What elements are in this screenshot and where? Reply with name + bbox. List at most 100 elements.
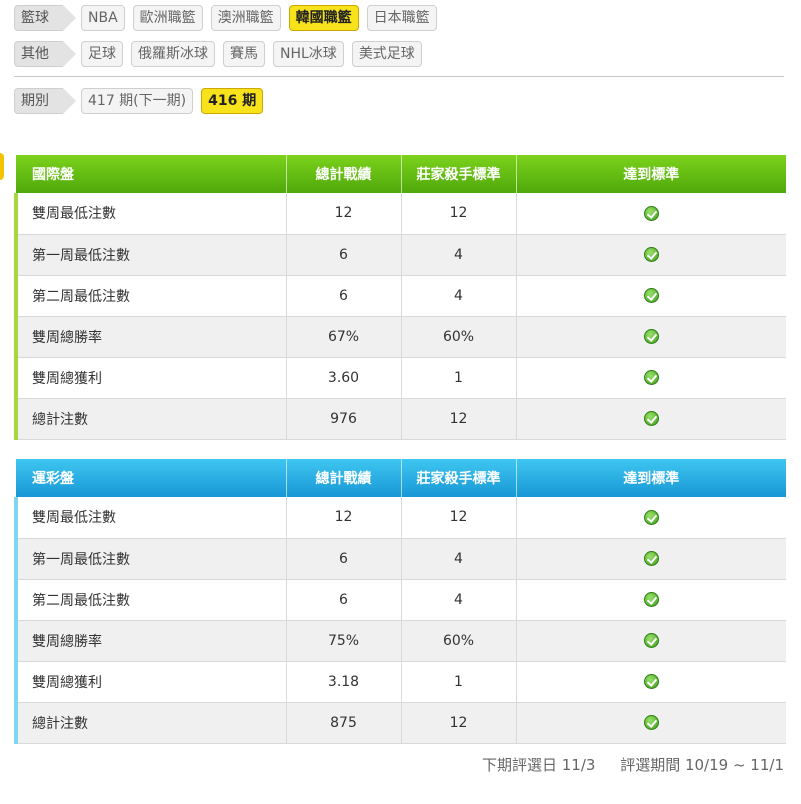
- table-row: 雙周最低注數 12 12: [14, 193, 786, 235]
- row-label-cell: 總計注數: [14, 702, 287, 744]
- table-header-standard: 莊家殺手標準: [401, 155, 517, 193]
- row-label-cell: 雙周總勝率: [14, 316, 287, 358]
- table-row: 第二周最低注數 6 4: [14, 275, 786, 317]
- standard-cell: 12: [401, 497, 517, 539]
- row-label-cell: 雙周最低注數: [14, 193, 287, 235]
- standard-cell: 12: [401, 193, 517, 235]
- table-body: 雙周最低注數 12 12 第一周最低注數 6 4 第二周最低注數 6 4 雙周總勝率 75% 60% 雙…: [14, 497, 786, 744]
- row-label-cell: 雙周總獲利: [14, 357, 287, 399]
- record-cell: 6: [286, 275, 402, 317]
- record-cell: 3.60: [286, 357, 402, 399]
- table-row: 雙周總勝率 75% 60%: [14, 620, 786, 662]
- met-cell: [516, 357, 786, 399]
- row-label-cell: 雙周最低注數: [14, 497, 287, 539]
- filter-chip[interactable]: NBA: [81, 5, 125, 31]
- record-cell: 6: [286, 538, 402, 580]
- standard-cell: 4: [401, 579, 517, 621]
- record-cell: 875: [286, 702, 402, 744]
- met-cell: [516, 193, 786, 235]
- record-cell: 976: [286, 398, 402, 440]
- filter-chips-other: 足球 俄羅斯冰球 賽馬 NHL冰球 美式足球: [81, 41, 430, 67]
- standard-cell: 4: [401, 538, 517, 580]
- standard-cell: 1: [401, 357, 517, 399]
- selection-period: 評選期間 10/19 ~ 11/1: [620, 756, 784, 774]
- filter-chip[interactable]: 417 期(下一期): [81, 88, 194, 114]
- standard-cell: 4: [401, 275, 517, 317]
- standard-cell: 4: [401, 234, 517, 276]
- standard-cell: 1: [401, 661, 517, 703]
- table-row: 第一周最低注數 6 4: [14, 234, 786, 276]
- row-label-cell: 第二周最低注數: [14, 275, 287, 317]
- table-header-standard: 莊家殺手標準: [401, 459, 517, 497]
- met-cell: [516, 398, 786, 440]
- table-row: 雙周最低注數 12 12: [14, 497, 786, 539]
- check-circle-icon: [643, 551, 659, 566]
- table-header-met: 達到標準: [516, 459, 786, 497]
- record-cell: 3.18: [286, 661, 402, 703]
- table-row: 第一周最低注數 6 4: [14, 538, 786, 580]
- check-circle-icon: [643, 674, 659, 689]
- record-cell: 75%: [286, 620, 402, 662]
- filter-chip[interactable]: 416 期: [201, 88, 264, 114]
- filter-chips-basketball: NBA 歐洲職籃 澳洲職籃 韓國職籃 日本職籃: [81, 5, 445, 31]
- row-label-cell: 第一周最低注數: [14, 538, 287, 580]
- table-body: 雙周最低注數 12 12 第一周最低注數 6 4 第二周最低注數 6 4 雙周總勝率 67% 60% 雙…: [14, 193, 786, 440]
- met-cell: [516, 316, 786, 358]
- met-cell: [516, 620, 786, 662]
- filter-label-period: 期別: [14, 88, 76, 114]
- standard-cell: 12: [401, 702, 517, 744]
- table-header-category: 國際盤: [16, 155, 287, 193]
- table-row: 第二周最低注數 6 4: [14, 579, 786, 621]
- filter-row-other: 其他 足球 俄羅斯冰球 賽馬 NHL冰球 美式足球: [14, 41, 430, 67]
- filter-row-period: 期別 417 期(下一期) 416 期: [14, 88, 271, 114]
- check-circle-icon: [643, 329, 659, 344]
- standard-cell: 60%: [401, 316, 517, 358]
- filter-chip[interactable]: 俄羅斯冰球: [131, 41, 215, 67]
- standard-cell: 12: [401, 398, 517, 440]
- row-label-cell: 雙周總獲利: [14, 661, 287, 703]
- filter-chip[interactable]: 賽馬: [223, 41, 265, 67]
- met-cell: [516, 661, 786, 703]
- met-cell: [516, 538, 786, 580]
- check-circle-icon: [643, 247, 659, 262]
- filter-row-basketball: 籃球 NBA 歐洲職籃 澳洲職籃 韓國職籃 日本職籃: [14, 5, 445, 31]
- filter-chips-period: 417 期(下一期) 416 期: [81, 88, 271, 114]
- filter-chip[interactable]: NHL冰球: [273, 41, 344, 67]
- row-label-cell: 第二周最低注數: [14, 579, 287, 621]
- table-header-row: 運彩盤 總計戰績 莊家殺手標準 達到標準: [16, 459, 786, 497]
- met-cell: [516, 275, 786, 317]
- evaluation-footer: 下期評選日 11/3 評選期間 10/19 ~ 11/1: [462, 754, 784, 775]
- record-cell: 67%: [286, 316, 402, 358]
- table-row: 總計注數 976 12: [14, 398, 786, 440]
- filter-chip[interactable]: 足球: [81, 41, 123, 67]
- filter-chip[interactable]: 歐洲職籃: [132, 5, 203, 31]
- table-header-category: 運彩盤: [16, 459, 287, 497]
- filter-chip[interactable]: 韓國職籃: [288, 5, 359, 31]
- row-label-cell: 第一周最低注數: [14, 234, 287, 276]
- check-circle-icon: [643, 715, 659, 730]
- table-header-met: 達到標準: [516, 155, 786, 193]
- table-row: 雙周總獲利 3.60 1: [14, 357, 786, 399]
- check-circle-icon: [643, 288, 659, 303]
- table-header-record: 總計戰績: [286, 155, 402, 193]
- record-cell: 12: [286, 193, 402, 235]
- filter-chip[interactable]: 美式足球: [351, 41, 422, 67]
- standard-cell: 60%: [401, 620, 517, 662]
- filter-chip[interactable]: 日本職籃: [366, 5, 437, 31]
- record-cell: 6: [286, 234, 402, 276]
- check-circle-icon: [643, 509, 659, 525]
- filter-chip[interactable]: 澳洲職籃: [210, 5, 281, 31]
- table-header-record: 總計戰績: [286, 459, 402, 497]
- table-header-row: 國際盤 總計戰績 莊家殺手標準 達到標準: [16, 155, 786, 193]
- met-cell: [516, 702, 786, 744]
- table-row: 總計注數 875 12: [14, 702, 786, 744]
- next-selection-date: 下期評選日 11/3: [481, 756, 596, 774]
- international-odds-table: 國際盤 總計戰績 莊家殺手標準 達到標準 雙周最低注數 12 12 第一周最低注數 6 4…: [14, 155, 786, 440]
- table-row: 雙周總勝率 67% 60%: [14, 316, 786, 358]
- filter-label-other: 其他: [14, 41, 76, 67]
- met-cell: [516, 497, 786, 539]
- record-cell: 6: [286, 579, 402, 621]
- row-label-cell: 雙周總勝率: [14, 620, 287, 662]
- side-tab-marker[interactable]: [0, 153, 4, 180]
- sports-lottery-odds-table: 運彩盤 總計戰績 莊家殺手標準 達到標準 雙周最低注數 12 12 第一周最低注數 6 4…: [14, 459, 786, 744]
